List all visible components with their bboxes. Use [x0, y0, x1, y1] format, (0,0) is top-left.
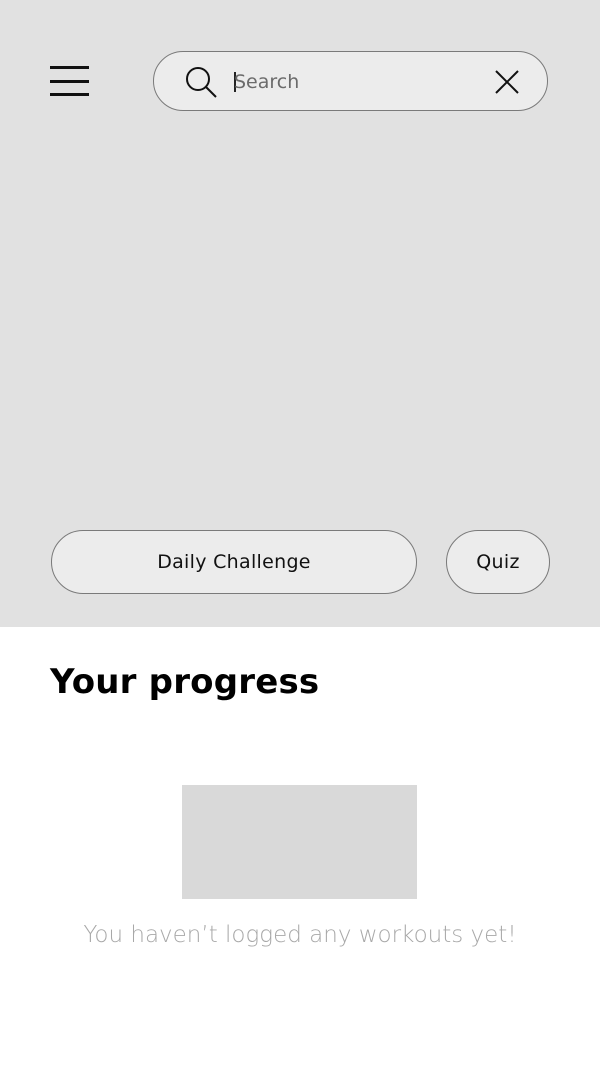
close-icon[interactable]: [494, 69, 520, 95]
hero-area: Daily Challenge Quiz: [0, 0, 600, 627]
progress-section-title: Your progress: [50, 662, 320, 702]
menu-button[interactable]: [50, 63, 90, 99]
magnifier-icon: [186, 67, 217, 98]
hamburger-menu-icon: [50, 66, 89, 96]
daily-challenge-button[interactable]: Daily Challenge: [51, 530, 417, 594]
search-bar[interactable]: [153, 51, 548, 111]
progress-placeholder-image: [182, 785, 417, 899]
empty-state-message: You haven’t logged any workouts yet!: [83, 922, 517, 948]
search-input[interactable]: [234, 66, 474, 98]
quiz-button[interactable]: Quiz: [446, 530, 550, 594]
